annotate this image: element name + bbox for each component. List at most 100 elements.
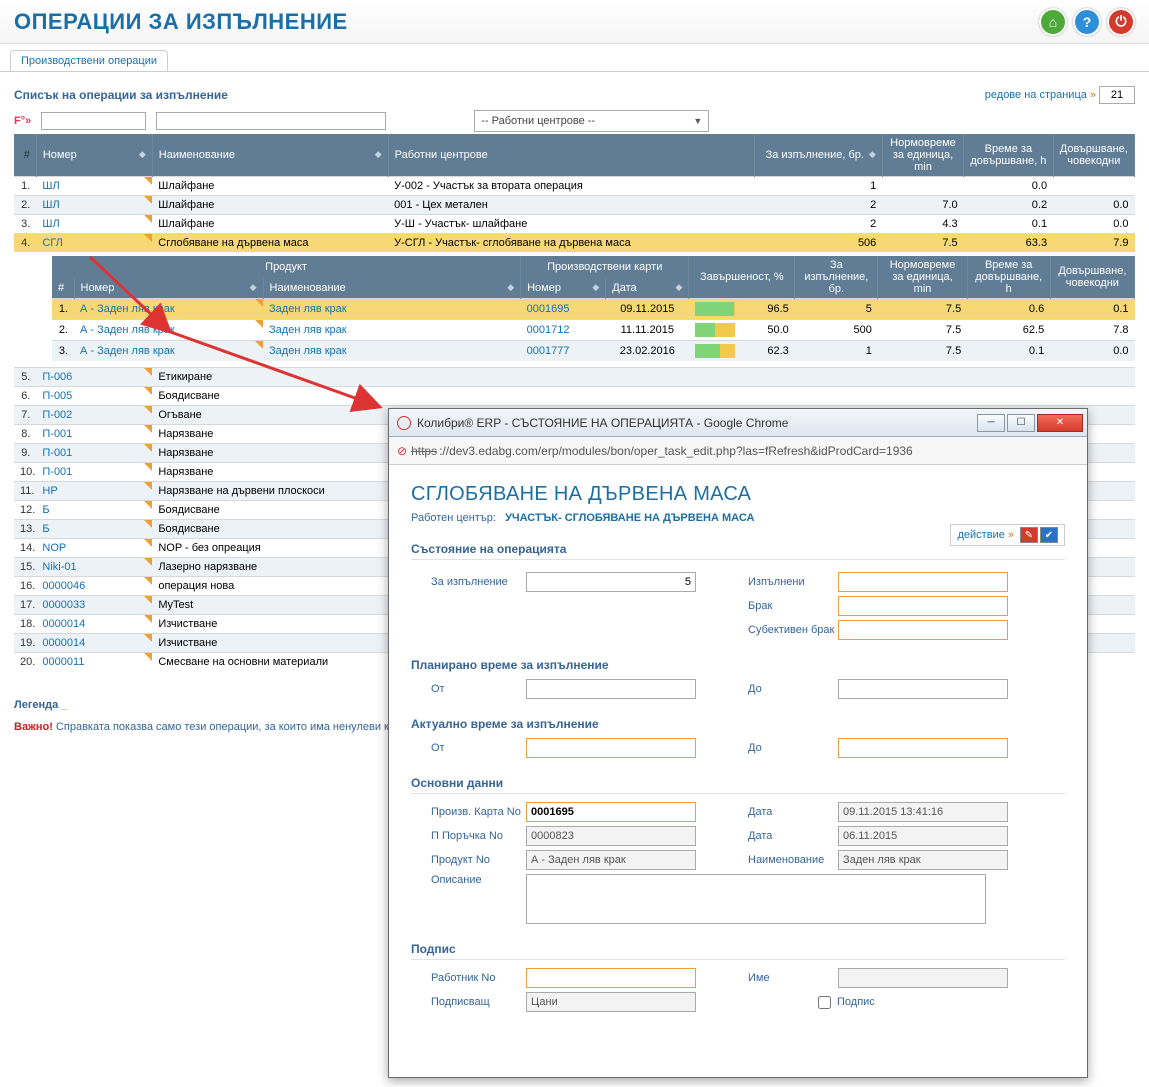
- table-row[interactable]: 6. П-005 Боядисване: [14, 387, 1135, 406]
- table-row[interactable]: 5. П-006 Етикиране: [14, 368, 1135, 387]
- nested-col-md[interactable]: Довършване, човекодни: [1050, 256, 1134, 299]
- table-row[interactable]: 1. ШЛ Шлайфане У-002 - Участък за вторат…: [14, 177, 1135, 196]
- subj-scrap-input[interactable]: [838, 620, 1008, 640]
- cell-number[interactable]: СГЛ: [36, 234, 152, 253]
- nested-col-date[interactable]: Дата◆: [606, 277, 689, 298]
- cell-number[interactable]: Б: [36, 501, 152, 520]
- cell-prod-no[interactable]: А - Заден ляв крак: [74, 341, 263, 362]
- cell-number[interactable]: Niki-01: [36, 558, 152, 577]
- cell-wc: У-Ш - Участък- шлайфане: [388, 215, 754, 234]
- cell-prod-name[interactable]: Заден ляв крак: [263, 341, 521, 362]
- cell-number[interactable]: П-002: [36, 406, 152, 425]
- col-qty[interactable]: За изпълнение, бр.◆: [754, 134, 882, 177]
- rows-per-page-input[interactable]: [1099, 86, 1135, 104]
- cell-qty: 5: [795, 299, 878, 320]
- cell-number[interactable]: П-001: [36, 463, 152, 482]
- col-index[interactable]: #: [14, 134, 36, 177]
- cell-number[interactable]: НР: [36, 482, 152, 501]
- power-icon[interactable]: ⏻: [1107, 8, 1135, 36]
- table-row[interactable]: 4. СГЛ Сглобяване на дървена маса У-СГЛ …: [14, 234, 1135, 253]
- description-input[interactable]: [526, 874, 986, 924]
- minimize-button[interactable]: ─: [977, 414, 1005, 432]
- nested-col-name[interactable]: Наименование◆: [263, 277, 521, 298]
- cell-norm: 7.0: [882, 196, 963, 215]
- cell-md: 7.8: [1050, 320, 1134, 341]
- cell-number[interactable]: П-005: [36, 387, 152, 406]
- actual-from-label: От: [431, 742, 526, 754]
- cell-prod-no[interactable]: А - Заден ляв крак: [74, 299, 263, 320]
- col-work-centers[interactable]: Работни центрове: [388, 134, 754, 177]
- scrap-input[interactable]: [838, 596, 1008, 616]
- action-confirm-icon[interactable]: ✔: [1040, 527, 1058, 543]
- col-number[interactable]: Номер◆: [36, 134, 152, 177]
- cell-card-no[interactable]: 0001777: [521, 341, 606, 362]
- action-link[interactable]: действие »: [957, 529, 1014, 541]
- col-norm-time[interactable]: Нормовреме за единица, min: [882, 134, 963, 177]
- cell-number[interactable]: Б: [36, 520, 152, 539]
- cell-number[interactable]: ШЛ: [36, 177, 152, 196]
- nested-col-card-no[interactable]: Номер◆: [521, 277, 606, 298]
- cell-number[interactable]: NOP: [36, 539, 152, 558]
- actual-from-input[interactable]: [526, 738, 696, 758]
- cell-number[interactable]: П-001: [36, 444, 152, 463]
- note-text: Справката показва само тези операции, за…: [56, 721, 389, 733]
- cell-card-no[interactable]: 0001712: [521, 320, 606, 341]
- legend-bar: _: [61, 699, 67, 711]
- cell-number[interactable]: ШЛ: [36, 215, 152, 234]
- action-cancel-icon[interactable]: ✎: [1020, 527, 1038, 543]
- col-finish-time[interactable]: Време за довършване, h: [964, 134, 1053, 177]
- help-icon[interactable]: ?: [1073, 8, 1101, 36]
- work-center-label: Работен център:: [411, 512, 496, 524]
- maximize-button[interactable]: ☐: [1007, 414, 1035, 432]
- close-button[interactable]: ✕: [1037, 414, 1083, 432]
- cell-prod-name[interactable]: Заден ляв крак: [263, 320, 521, 341]
- card-no-input[interactable]: [526, 802, 696, 822]
- section-basic: Основни данни: [411, 776, 1065, 794]
- product-name-label: Наименование: [748, 854, 838, 866]
- nested-col-qty[interactable]: За изпълнение, бр.: [795, 256, 878, 299]
- cell-number[interactable]: 0000033: [36, 596, 152, 615]
- nested-col-number[interactable]: Номер◆: [74, 277, 263, 298]
- table-row[interactable]: 3. А - Заден ляв крак Заден ляв крак 000…: [52, 341, 1135, 362]
- filter-work-center-select[interactable]: -- Работни центрове -- ▼: [474, 110, 709, 132]
- done-input[interactable]: [838, 572, 1008, 592]
- table-row[interactable]: 2. А - Заден ляв крак Заден ляв крак 000…: [52, 320, 1135, 341]
- work-center-value: УЧАСТЪК- СГЛОБЯВАНЕ НА ДЪРВЕНА МАСА: [505, 512, 754, 524]
- cell-card-no[interactable]: 0001695: [521, 299, 606, 320]
- tab-production-operations[interactable]: Производствени операции: [10, 50, 168, 71]
- home-icon[interactable]: ⌂: [1039, 8, 1067, 36]
- planned-to-input[interactable]: [838, 679, 1008, 699]
- col-finish-md[interactable]: Довършване, човекодни: [1053, 134, 1134, 177]
- table-row[interactable]: 3. ШЛ Шлайфане У-Ш - Участък- шлайфане 2…: [14, 215, 1135, 234]
- actual-to-input[interactable]: [838, 738, 1008, 758]
- worker-no-input[interactable]: [526, 968, 696, 988]
- cell-idx: 17.: [14, 596, 36, 615]
- filter-name-input[interactable]: [156, 112, 386, 130]
- cell-number[interactable]: 0000014: [36, 615, 152, 634]
- cell-idx: 10.: [14, 463, 36, 482]
- nested-col-idx[interactable]: #: [52, 277, 74, 298]
- cell-number[interactable]: 0000046: [36, 577, 152, 596]
- filter-number-input[interactable]: [41, 112, 146, 130]
- to-exec-input[interactable]: [526, 572, 696, 592]
- cell-md: 0.0: [1050, 341, 1134, 362]
- cell-number[interactable]: ШЛ: [36, 196, 152, 215]
- product-no-input: [526, 850, 696, 870]
- cell-number[interactable]: 0000011: [36, 653, 152, 672]
- cell-md: 0.0: [1053, 215, 1134, 234]
- cell-prod-no[interactable]: А - Заден ляв крак: [74, 320, 263, 341]
- cell-number[interactable]: П-006: [36, 368, 152, 387]
- sign-checkbox[interactable]: [818, 996, 831, 1009]
- cell-prod-name[interactable]: Заден ляв крак: [263, 299, 521, 320]
- legend-label: Легенда: [14, 699, 58, 711]
- cell-norm: 7.5: [878, 320, 967, 341]
- table-row[interactable]: 1. А - Заден ляв крак Заден ляв крак 000…: [52, 299, 1135, 320]
- planned-from-input[interactable]: [526, 679, 696, 699]
- cell-number[interactable]: П-001: [36, 425, 152, 444]
- nested-col-norm[interactable]: Нормовреме за единица, min: [878, 256, 967, 299]
- nested-col-ft[interactable]: Време за довършване, h: [967, 256, 1050, 299]
- nested-col-pct[interactable]: Завършеност, %: [689, 256, 795, 299]
- cell-number[interactable]: 0000014: [36, 634, 152, 653]
- col-name[interactable]: Наименование◆: [152, 134, 388, 177]
- table-row[interactable]: 2. ШЛ Шлайфане 001 - Цех метален 2 7.0 0…: [14, 196, 1135, 215]
